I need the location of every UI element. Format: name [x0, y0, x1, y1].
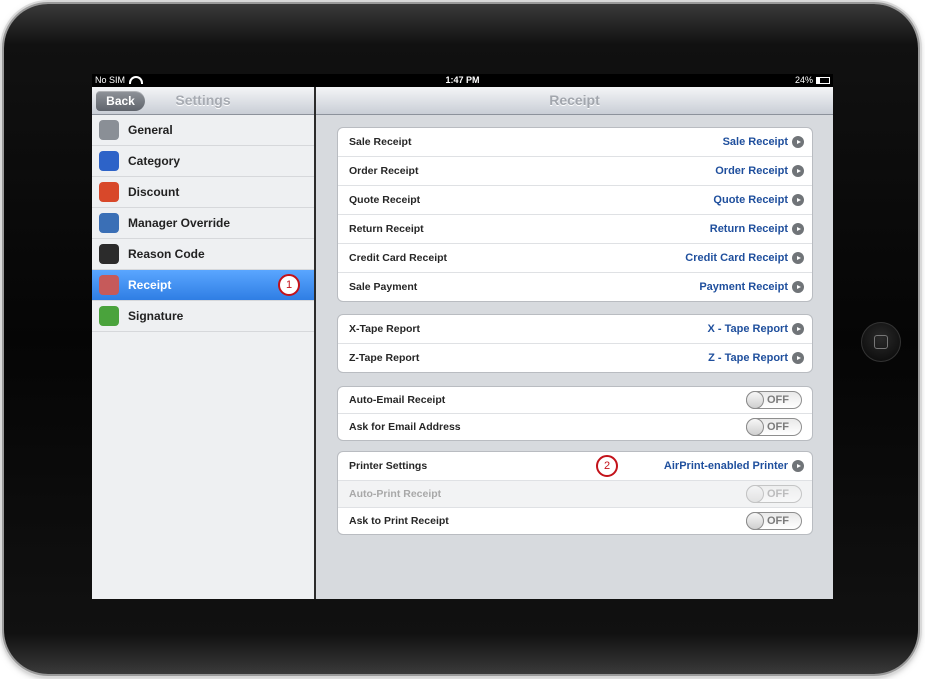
- sidebar-item-label: Manager Override: [128, 216, 231, 230]
- sidebar-item-label: General: [128, 123, 173, 137]
- home-button[interactable]: [861, 322, 901, 362]
- chevron-right-icon: [792, 323, 804, 335]
- sidebar-item-discount[interactable]: Discount: [92, 177, 314, 208]
- sidebar-item-label: Receipt: [128, 278, 172, 292]
- sidebar-item-label: Reason Code: [128, 247, 205, 261]
- settings-sidebar: Settings Back General Category Discount Man…: [92, 87, 316, 599]
- tag-icon: [99, 182, 119, 202]
- auto-email-row: Auto-Email Receipt OFF: [338, 387, 812, 414]
- chevron-right-icon: [792, 223, 804, 235]
- receipt-type-row[interactable]: Sale Payment Payment Receipt: [338, 273, 812, 301]
- receipt-type-label: Credit Card Receipt: [349, 252, 448, 264]
- auto-print-toggle: OFF: [746, 485, 802, 503]
- receipt-icon: [99, 275, 119, 295]
- printer-settings-row[interactable]: Printer Settings 2 AirPrint-enabled Prin…: [338, 452, 812, 481]
- printer-group: Printer Settings 2 AirPrint-enabled Prin…: [337, 451, 813, 535]
- pen-icon: [99, 306, 119, 326]
- chevron-right-icon: [792, 194, 804, 206]
- callout-2: 2: [596, 455, 618, 477]
- receipt-type-label: Sale Receipt: [349, 136, 412, 148]
- sidebar-item-manager-override[interactable]: Manager Override: [92, 208, 314, 239]
- sidebar-item-reason-code[interactable]: Reason Code: [92, 239, 314, 270]
- id-card-icon: [99, 213, 119, 233]
- printer-settings-label: Printer Settings: [349, 460, 428, 472]
- ask-email-row: Ask for Email Address OFF: [338, 414, 812, 440]
- receipt-type-label: Return Receipt: [349, 223, 424, 235]
- receipt-type-value: Return Receipt: [709, 223, 788, 235]
- sidebar-item-general[interactable]: General: [92, 115, 314, 146]
- report-label: Z-Tape Report: [349, 352, 420, 364]
- sidebar-item-label: Signature: [128, 309, 184, 323]
- sidebar-navbar: Settings Back: [92, 87, 314, 115]
- receipt-type-label: Order Receipt: [349, 165, 419, 177]
- receipt-type-row[interactable]: Return Receipt Return Receipt: [338, 215, 812, 244]
- screen: No SIM 1:47 PM 24% Settings Back General…: [92, 74, 833, 599]
- receipt-type-value: Credit Card Receipt: [685, 252, 788, 264]
- chevron-right-icon: [792, 252, 804, 264]
- battery-icon: [816, 77, 830, 84]
- sidebar-item-signature[interactable]: Signature: [92, 301, 314, 332]
- callout-1: 1: [278, 274, 300, 296]
- battery-status: 24%: [795, 74, 830, 87]
- ask-print-row: Ask to Print Receipt OFF: [338, 508, 812, 534]
- auto-print-label: Auto-Print Receipt: [349, 488, 442, 500]
- receipt-type-value: Quote Receipt: [713, 194, 788, 206]
- status-bar: No SIM 1:47 PM 24%: [92, 74, 833, 87]
- receipt-detail: Receipt Sale Receipt Sale Receipt Order Re…: [316, 87, 833, 599]
- sidebar-item-label: Category: [128, 154, 181, 168]
- receipt-type-value: Payment Receipt: [699, 281, 788, 293]
- chevron-right-icon: [792, 281, 804, 293]
- auto-print-row: Auto-Print Receipt OFF: [338, 481, 812, 508]
- sidebar-menu: General Category Discount Manager Override R…: [92, 115, 314, 332]
- receipt-type-row[interactable]: Quote Receipt Quote Receipt: [338, 186, 812, 215]
- receipt-type-label: Quote Receipt: [349, 194, 421, 206]
- ask-print-label: Ask to Print Receipt: [349, 515, 449, 527]
- ask-email-label: Ask for Email Address: [349, 421, 461, 433]
- sidebar-item-receipt[interactable]: Receipt 1: [92, 270, 314, 301]
- sidebar-item-label: Discount: [128, 185, 180, 199]
- report-row[interactable]: X-Tape Report X - Tape Report: [338, 315, 812, 344]
- receipt-type-row[interactable]: Order Receipt Order Receipt: [338, 157, 812, 186]
- receipt-type-row[interactable]: Sale Receipt Sale Receipt: [338, 128, 812, 157]
- auto-email-label: Auto-Email Receipt: [349, 394, 446, 406]
- sidebar-item-category[interactable]: Category: [92, 146, 314, 177]
- reports-group: X-Tape Report X - Tape Report Z-Tape Repor…: [337, 314, 813, 373]
- receipt-type-label: Sale Payment: [349, 281, 418, 293]
- chevron-right-icon: [792, 165, 804, 177]
- receipt-type-value: Order Receipt: [715, 165, 788, 177]
- home-square-icon: [874, 335, 888, 349]
- report-value: X - Tape Report: [707, 323, 788, 335]
- email-group: Auto-Email Receipt OFF Ask for Email Add…: [337, 386, 813, 441]
- chevron-right-icon: [792, 460, 804, 472]
- chevron-right-icon: [792, 352, 804, 364]
- report-label: X-Tape Report: [349, 323, 420, 335]
- detail-title: Receipt: [549, 92, 600, 108]
- printer-settings-value: AirPrint-enabled Printer: [663, 460, 788, 472]
- auto-email-toggle[interactable]: OFF: [746, 391, 802, 409]
- reason-icon: [99, 244, 119, 264]
- ask-print-toggle[interactable]: OFF: [746, 512, 802, 530]
- receipt-type-row[interactable]: Credit Card Receipt Credit Card Receipt: [338, 244, 812, 273]
- report-row[interactable]: Z-Tape Report Z - Tape Report: [338, 344, 812, 372]
- gear-icon: [99, 120, 119, 140]
- receipt-types-group: Sale Receipt Sale Receipt Order Receipt Ord…: [337, 127, 813, 302]
- status-time: 1:47 PM: [445, 75, 480, 85]
- report-value: Z - Tape Report: [708, 352, 788, 364]
- back-button[interactable]: Back: [96, 91, 145, 111]
- chevron-right-icon: [792, 136, 804, 148]
- detail-navbar: Receipt: [316, 87, 833, 115]
- receipt-type-value: Sale Receipt: [722, 136, 788, 148]
- ask-email-toggle[interactable]: OFF: [746, 418, 802, 436]
- list-icon: [99, 151, 119, 171]
